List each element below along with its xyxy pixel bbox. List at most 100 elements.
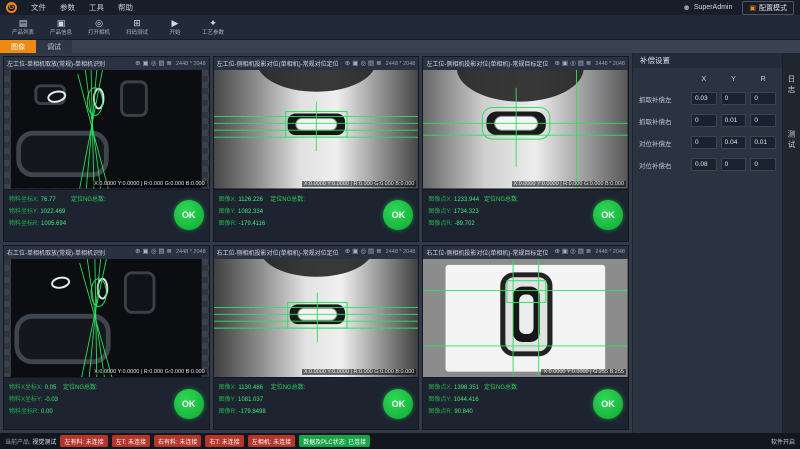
col-header-x: X bbox=[691, 76, 717, 83]
status-chip-left-t: 左T: 未连接 bbox=[112, 435, 150, 447]
camera-image[interactable]: X:0.0000 Y:0.0000 | R:0.000 G:0.000 B:0.… bbox=[423, 70, 628, 189]
side-tab-log[interactable]: 日志 bbox=[786, 75, 797, 96]
app-logo-icon: G bbox=[6, 2, 17, 13]
menu-icon[interactable]: ≣ bbox=[167, 60, 172, 68]
ok-status-button[interactable]: OK bbox=[383, 200, 413, 230]
grab-left-y-input[interactable] bbox=[721, 92, 747, 105]
ok-status-button[interactable]: OK bbox=[174, 389, 204, 419]
status-chip-left-material: 左有料: 未连接 bbox=[60, 435, 107, 447]
row-label-align-left: 对位补偿左 bbox=[639, 138, 687, 148]
tab-image[interactable]: 图像 bbox=[0, 40, 36, 53]
menu-icon[interactable]: ≣ bbox=[376, 248, 381, 256]
crosshair-icon[interactable]: ◎ bbox=[360, 248, 366, 256]
ok-status-button[interactable]: OK bbox=[593, 200, 623, 230]
camera-panel-5: 右工位-侧相机投影对位(单相机)-常规对位定位 ⊕ ▣ ◎ ▤ ≣ 2448 *… bbox=[213, 245, 420, 431]
current-product: 当前产品: 视觉测试 bbox=[5, 437, 56, 446]
menu-params[interactable]: 参数 bbox=[60, 2, 75, 13]
config-mode-label: 配置模式 bbox=[759, 3, 787, 13]
capture-icon[interactable]: ▣ bbox=[562, 60, 568, 68]
menu-file[interactable]: 文件 bbox=[31, 2, 46, 13]
menu-bar: 文件 参数 工具 帮助 bbox=[31, 2, 133, 13]
capture-icon[interactable]: ▣ bbox=[143, 248, 149, 256]
crosshair-icon[interactable]: ◎ bbox=[570, 248, 576, 256]
capture-icon[interactable]: ▣ bbox=[562, 248, 568, 256]
status-chip-right-material: 右有料: 未连接 bbox=[154, 435, 201, 447]
menu-help[interactable]: 帮助 bbox=[118, 2, 133, 13]
side-tab-strip: 日志 测试 bbox=[782, 53, 800, 433]
align-right-r-input[interactable] bbox=[750, 158, 776, 171]
grid-icon[interactable]: ▤ bbox=[158, 60, 164, 68]
grid-icon[interactable]: ▤ bbox=[158, 248, 164, 256]
camera-image[interactable]: X:0.0000 Y:0.0000 | G:255 B:255 bbox=[423, 259, 628, 378]
crosshair-icon[interactable]: ◎ bbox=[360, 60, 366, 68]
ok-status-button[interactable]: OK bbox=[383, 389, 413, 419]
crosshair-icon[interactable]: ◎ bbox=[570, 60, 576, 68]
open-camera-button[interactable]: ◎ 打开相机 bbox=[82, 18, 116, 36]
user-account[interactable]: ☻ SuperAdmin bbox=[682, 3, 732, 12]
zoom-icon[interactable]: ⊕ bbox=[345, 248, 350, 256]
camera-panel-title: 左工位-单相机取放(常规)-单相机识别 bbox=[7, 59, 133, 68]
camera-image[interactable]: X:0.0000 Y:0.0000 | R:0.000 G:0.000 B:0.… bbox=[214, 70, 419, 189]
grid-icon[interactable]: ▤ bbox=[368, 60, 374, 68]
crosshair-icon[interactable]: ◎ bbox=[151, 60, 157, 68]
zoom-icon[interactable]: ⊕ bbox=[135, 248, 140, 256]
camera-image[interactable]: X:0.0000 Y:0.0000 | R:0.000 G:0.000 B:0.… bbox=[214, 259, 419, 378]
menu-icon[interactable]: ≣ bbox=[586, 60, 591, 68]
start-button[interactable]: ▶ 开始 bbox=[158, 18, 192, 36]
camera-image[interactable]: X:0.0000 Y:0.0000 | R:0.000 G:0.000 B:0.… bbox=[4, 259, 209, 378]
menu-icon[interactable]: ≣ bbox=[586, 248, 591, 256]
resolution-label: 2448 * 2048 bbox=[386, 249, 416, 255]
monitor-icon: ▣ bbox=[749, 4, 756, 12]
grab-left-r-input[interactable] bbox=[750, 92, 776, 105]
status-bar: 当前产品: 视觉测试 左有料: 未连接 左T: 未连接 右有料: 未连接 右T:… bbox=[0, 433, 800, 449]
grab-right-r-input[interactable] bbox=[750, 114, 776, 127]
cursor-coords: X:0.0000 Y:0.0000 | R:0.000 G:0.000 B:0.… bbox=[302, 369, 417, 375]
align-left-r-input[interactable] bbox=[750, 136, 776, 149]
grid-icon[interactable]: ▤ bbox=[368, 248, 374, 256]
title-bar: G 文件 参数 工具 帮助 ☻ SuperAdmin ▣ 配置模式 bbox=[0, 0, 800, 15]
grid-icon[interactable]: ▤ bbox=[578, 248, 584, 256]
capture-icon[interactable]: ▣ bbox=[352, 248, 358, 256]
zoom-icon[interactable]: ⊕ bbox=[554, 60, 559, 68]
ng-count-label: 定位NG总数: bbox=[484, 382, 519, 391]
zoom-icon[interactable]: ⊕ bbox=[135, 60, 140, 68]
camera-panel-title: 右工位-单相机取放(常规)-单相机识别 bbox=[7, 248, 133, 257]
grab-right-y-input[interactable] bbox=[721, 114, 747, 127]
compensation-panel: 补偿设置 X Y R 抓取补偿左 抓取补偿右 对位补偿左 对位补偿右 bbox=[632, 53, 782, 433]
camera-panel-4: 右工位-单相机取放(常规)-单相机识别 ⊕ ▣ ◎ ▤ ≣ 2448 * 204… bbox=[3, 245, 210, 431]
row-label-align-right: 对位补偿右 bbox=[639, 160, 687, 170]
side-tab-test[interactable]: 测试 bbox=[786, 130, 797, 151]
scan-test-button[interactable]: ⊞ 扫码测试 bbox=[120, 18, 154, 36]
grid-icon[interactable]: ▤ bbox=[578, 60, 584, 68]
ok-status-button[interactable]: OK bbox=[593, 389, 623, 419]
align-left-x-input[interactable] bbox=[691, 136, 717, 149]
tab-debug[interactable]: 调试 bbox=[36, 40, 72, 53]
ok-status-button[interactable]: OK bbox=[174, 200, 204, 230]
status-chip-left-camera: 左相机: 未连接 bbox=[248, 435, 295, 447]
camera-image[interactable]: X:0.0000 Y:0.0000 | R:0.000 G:0.000 B:0.… bbox=[4, 70, 209, 189]
capture-icon[interactable]: ▣ bbox=[143, 60, 149, 68]
camera-panel-3: 左工位-侧相机投影对位(单相机)-常规目标定位 ⊕ ▣ ◎ ▤ ≣ 2448 *… bbox=[422, 56, 629, 242]
resolution-label: 2448 * 2048 bbox=[595, 61, 625, 67]
grab-left-x-input[interactable] bbox=[691, 92, 717, 105]
zoom-icon[interactable]: ⊕ bbox=[554, 248, 559, 256]
menu-icon[interactable]: ≣ bbox=[167, 248, 172, 256]
menu-icon[interactable]: ≣ bbox=[376, 60, 381, 68]
crosshair-icon[interactable]: ◎ bbox=[151, 248, 157, 256]
product-info-button[interactable]: ▣ 产品信息 bbox=[44, 18, 78, 36]
camera-grid: 左工位-单相机取放(常规)-单相机识别 ⊕ ▣ ◎ ▤ ≣ 2448 * 204… bbox=[0, 53, 632, 433]
ng-count-label: 定位NG总数: bbox=[484, 194, 519, 203]
camera-panel-title: 左工位-侧相机投影对位(单相机)-常规对位定位 bbox=[217, 59, 343, 68]
grab-right-x-input[interactable] bbox=[691, 114, 717, 127]
config-mode-button[interactable]: ▣ 配置模式 bbox=[742, 1, 794, 15]
capture-icon[interactable]: ▣ bbox=[352, 60, 358, 68]
camera-panel-title: 右工位-侧相机投影对位(单相机)-常规目标定位 bbox=[426, 248, 552, 257]
zoom-icon[interactable]: ⊕ bbox=[345, 60, 350, 68]
software-status-label: 软件开启 bbox=[771, 437, 795, 446]
menu-tools[interactable]: 工具 bbox=[89, 2, 104, 13]
align-right-x-input[interactable] bbox=[691, 158, 717, 171]
align-right-y-input[interactable] bbox=[721, 158, 747, 171]
product-list-button[interactable]: ▤ 产品列表 bbox=[6, 18, 40, 36]
align-left-y-input[interactable] bbox=[721, 136, 747, 149]
process-params-button[interactable]: ✦ 工艺参数 bbox=[196, 18, 230, 36]
